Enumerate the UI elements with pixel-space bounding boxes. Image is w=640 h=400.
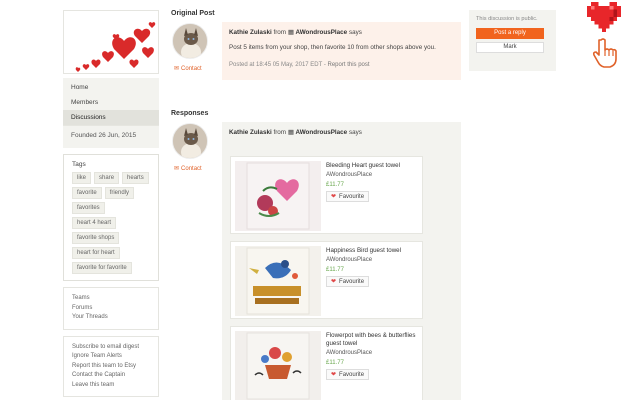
tag[interactable]: heart for heart bbox=[72, 247, 120, 259]
post-body: Post 5 items from your shop, then favori… bbox=[229, 44, 436, 51]
nav-members[interactable]: Members bbox=[63, 95, 159, 110]
post-reply-button[interactable]: Post a reply bbox=[476, 28, 544, 39]
listing-card[interactable]: Flowerpot with bees & butterflies guest … bbox=[230, 326, 423, 400]
tag[interactable]: share bbox=[94, 172, 120, 184]
listing-info: Happiness Bird guest towel AWondrousPlac… bbox=[326, 247, 422, 287]
says-text: says bbox=[348, 29, 362, 36]
responses-title: Responses bbox=[171, 110, 209, 117]
tags-panel: Tags like share hearts favorite friendly… bbox=[63, 154, 159, 281]
tag[interactable]: favorite shops bbox=[72, 232, 120, 244]
nav-home[interactable]: Home bbox=[63, 80, 159, 95]
favourite-label: Favourite bbox=[339, 278, 365, 285]
tag[interactable]: favorite bbox=[72, 187, 102, 199]
shop-icon: ▦ bbox=[287, 29, 294, 36]
from-text: from bbox=[273, 129, 287, 136]
report-post-link[interactable]: Report this post bbox=[328, 62, 370, 68]
heart-icon: ❤ bbox=[331, 279, 337, 285]
link-contact-captain[interactable]: Contact the Captain bbox=[72, 371, 150, 381]
team-nav: Home Members Discussions Founded 26 Jun,… bbox=[63, 78, 159, 148]
author-name[interactable]: Kathie Zulaski bbox=[229, 129, 272, 136]
tag[interactable]: heart 4 heart bbox=[72, 217, 117, 229]
discussion-actions: This discussion is public. Post a reply … bbox=[469, 10, 556, 71]
founded-date: Founded 26 Jun, 2015 bbox=[63, 125, 159, 146]
tags-title: Tags bbox=[72, 161, 86, 168]
favourite-button[interactable]: ❤ Favourite bbox=[326, 276, 370, 287]
original-post-title: Original Post bbox=[171, 10, 215, 17]
listing-info: Bleeding Heart guest towel AWondrousPlac… bbox=[326, 162, 422, 202]
tag[interactable]: friendly bbox=[104, 187, 135, 199]
link-ignore-alerts[interactable]: Ignore Team Alerts bbox=[72, 352, 150, 362]
shop-name[interactable]: AWondrousPlace bbox=[296, 129, 348, 136]
listing-shop[interactable]: AWondrousPlace bbox=[326, 350, 422, 356]
link-subscribe-digest[interactable]: Subscribe to email digest bbox=[72, 343, 150, 353]
nav-discussions[interactable]: Discussions bbox=[63, 110, 159, 125]
listing-price: £11.77 bbox=[326, 360, 344, 366]
favourite-label: Favourite bbox=[339, 371, 365, 378]
response-post: Kathie Zulaski from ▦ AWondrousPlace say… bbox=[222, 122, 461, 400]
tag[interactable]: favorites bbox=[72, 202, 105, 214]
shop-icon: ▦ bbox=[287, 129, 294, 136]
contact-label: Contact bbox=[181, 166, 202, 172]
author-avatar[interactable] bbox=[172, 23, 208, 59]
shop-name[interactable]: AWondrousPlace bbox=[296, 29, 348, 36]
tag-list: like share hearts favorite friendly favo… bbox=[72, 172, 150, 274]
listing-thumbnail[interactable] bbox=[235, 246, 321, 316]
post-meta: Posted at 18:45 05 May, 2017 EDT - Repor… bbox=[229, 62, 370, 68]
post-header: Kathie Zulaski from ▦ AWondrousPlace say… bbox=[229, 129, 454, 136]
contact-icon: ✉ bbox=[174, 166, 180, 172]
tag[interactable]: favorite for favorite bbox=[72, 262, 132, 274]
favourite-label: Favourite bbox=[339, 193, 365, 200]
link-report-team[interactable]: Report this team to Etsy bbox=[72, 362, 150, 372]
listing-card[interactable]: Bleeding Heart guest towel AWondrousPlac… bbox=[230, 156, 423, 234]
author-name[interactable]: Kathie Zulaski bbox=[229, 29, 272, 36]
contact-label: Contact bbox=[181, 66, 202, 72]
from-text: from bbox=[273, 29, 287, 36]
post-header: Kathie Zulaski from ▦ AWondrousPlace say… bbox=[229, 29, 454, 36]
link-teams[interactable]: Teams bbox=[72, 294, 150, 304]
tag[interactable]: hearts bbox=[122, 172, 149, 184]
listing-thumbnail[interactable] bbox=[235, 161, 321, 231]
listing-shop[interactable]: AWondrousPlace bbox=[326, 172, 422, 178]
author-avatar[interactable] bbox=[172, 123, 208, 159]
listing-card[interactable]: Happiness Bird guest towel AWondrousPlac… bbox=[230, 241, 423, 319]
contact-link[interactable]: ✉ Contact bbox=[174, 165, 202, 172]
says-text: says bbox=[348, 129, 362, 136]
listing-price: £11.77 bbox=[326, 182, 344, 188]
listing-thumbnail[interactable] bbox=[235, 331, 321, 400]
hand-cursor-icon bbox=[592, 38, 618, 68]
heart-icon: ❤ bbox=[331, 372, 337, 378]
mark-button[interactable]: Mark bbox=[476, 42, 544, 53]
post-timestamp: Posted at 18:45 05 May, 2017 EDT bbox=[229, 62, 323, 68]
pixel-heart-icon[interactable] bbox=[586, 2, 622, 32]
heart-icon: ❤ bbox=[331, 194, 337, 200]
listing-title[interactable]: Flowerpot with bees & butterflies guest … bbox=[326, 332, 422, 348]
link-your-threads[interactable]: Your Threads bbox=[72, 313, 150, 323]
public-notice: This discussion is public. bbox=[476, 16, 538, 22]
listing-title[interactable]: Bleeding Heart guest towel bbox=[326, 162, 422, 170]
listing-price: £11.77 bbox=[326, 267, 344, 273]
team-sidebar: Home Members Discussions Founded 26 Jun,… bbox=[63, 10, 159, 397]
link-leave-team[interactable]: Leave this team bbox=[72, 381, 150, 391]
listing-shop[interactable]: AWondrousPlace bbox=[326, 257, 422, 263]
favourite-button[interactable]: ❤ Favourite bbox=[326, 369, 370, 380]
original-post: Kathie Zulaski from ▦ AWondrousPlace say… bbox=[222, 22, 461, 80]
favourite-button[interactable]: ❤ Favourite bbox=[326, 191, 370, 202]
contact-icon: ✉ bbox=[174, 66, 180, 72]
listing-info: Flowerpot with bees & butterflies guest … bbox=[326, 332, 422, 380]
link-forums[interactable]: Forums bbox=[72, 304, 150, 314]
forum-links: Teams Forums Your Threads bbox=[63, 287, 159, 330]
tag[interactable]: like bbox=[72, 172, 92, 184]
listing-title[interactable]: Happiness Bird guest towel bbox=[326, 247, 422, 255]
team-actions: Subscribe to email digest Ignore Team Al… bbox=[63, 335, 159, 397]
contact-link[interactable]: ✉ Contact bbox=[174, 65, 202, 72]
team-logo bbox=[63, 10, 159, 74]
